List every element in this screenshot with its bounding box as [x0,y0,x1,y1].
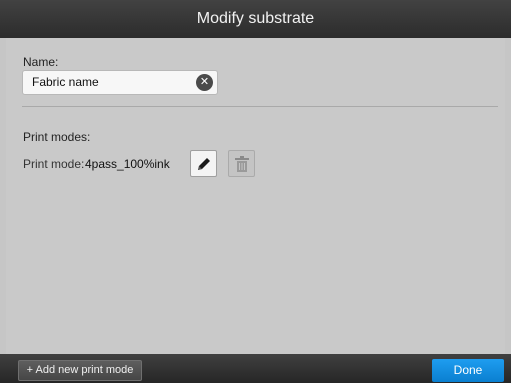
dialog-body: Name: Fabric name ✕ Print modes: Print m… [6,38,505,354]
trash-icon [235,156,249,172]
dialog-title: Modify substrate [0,0,511,38]
footer-bar: + Add new print mode Done [0,354,511,383]
done-button[interactable]: Done [432,359,504,382]
name-input[interactable]: Fabric name ✕ [22,70,218,95]
clear-icon[interactable]: ✕ [196,74,213,91]
name-label: Name: [23,55,59,69]
edit-print-mode-button[interactable] [190,150,217,177]
add-print-mode-button[interactable]: + Add new print mode [18,360,142,381]
print-modes-label: Print modes: [23,130,91,144]
print-mode-value: 4pass_100%ink [85,157,170,171]
delete-print-mode-button[interactable] [228,150,255,177]
name-input-value: Fabric name [32,75,99,89]
pencil-icon [198,158,210,170]
dialog: Modify substrate Name: Fabric name ✕ Pri… [0,0,511,383]
print-mode-label: Print mode: [23,157,85,171]
divider [22,106,498,107]
